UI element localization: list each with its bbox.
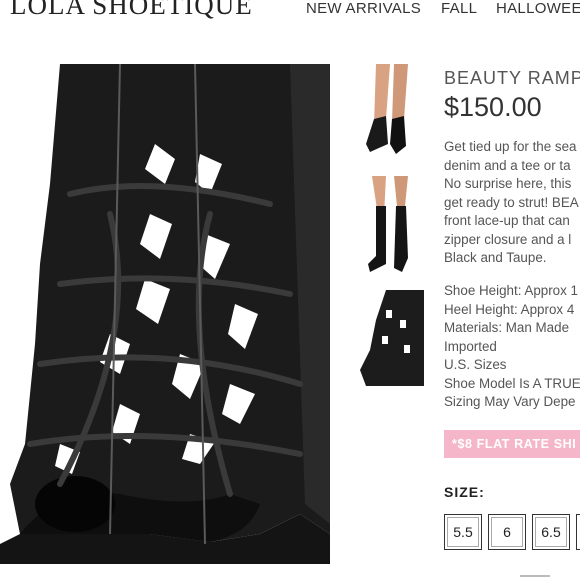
size-option-6[interactable]: 6 [488, 514, 526, 550]
spec-line: Heel Height: Approx 4 [444, 301, 575, 317]
description-line: denim and a tee or ta [444, 157, 571, 173]
description-line: get ready to strut! BEA [444, 194, 579, 210]
thumbnail-2[interactable] [356, 176, 424, 272]
bootie-closeup-icon [0, 64, 330, 564]
size-option-border [491, 517, 523, 547]
nav-halloween[interactable]: HALLOWEE [496, 0, 580, 17]
description-line: front lace-up that can [444, 213, 570, 228]
thumbnail-3[interactable] [356, 290, 424, 386]
spec-line: Materials: Man Made [444, 320, 570, 335]
product-specs: Shoe Height: Approx 1 Heel Height: Appro… [444, 282, 580, 412]
description-line: zipper closure and a l [444, 231, 572, 247]
size-option-6-5[interactable]: 6.5 [532, 514, 570, 550]
description-line: Black and Taupe. [444, 250, 547, 265]
product-price: $150.00 [444, 92, 542, 122]
size-option-border [535, 517, 567, 547]
divider [520, 575, 550, 577]
nav-new-arrivals[interactable]: NEW ARRIVALS [306, 0, 421, 17]
spec-line: Shoe Model Is A TRUE [444, 375, 580, 391]
store-logo[interactable]: LOLA SHOETIQUE [10, 0, 253, 21]
model-full-icon [356, 176, 424, 272]
product-description: Get tied up for the sea denim and a tee … [444, 138, 580, 268]
size-option-5-5[interactable]: 5.5 [444, 514, 482, 550]
product-title: BEAUTY RAMP [444, 68, 580, 88]
spec-line: Imported [444, 338, 497, 354]
size-label: SIZE: [444, 484, 485, 500]
thumbnail-1[interactable] [356, 64, 424, 160]
shipping-promo-banner[interactable]: *$8 FLAT RATE SHI [444, 430, 580, 458]
model-legs-icon [356, 64, 424, 160]
main-product-image[interactable] [0, 64, 330, 564]
spec-line: Shoe Height: Approx 1 [444, 283, 578, 298]
description-line: Get tied up for the sea [444, 139, 577, 154]
size-selector: 5.5 6 6.5 [444, 514, 580, 554]
description-line: No surprise here, this [444, 176, 572, 191]
nav-fall[interactable]: FALL [441, 0, 477, 17]
top-bar: LOLA SHOETIQUE NEW ARRIVALS FALL HALLOWE… [0, 0, 580, 26]
size-option-border [447, 517, 479, 547]
size-option-next[interactable] [576, 514, 580, 550]
spec-line: U.S. Sizes [444, 357, 507, 372]
bootie-side-icon [356, 290, 424, 386]
spec-line: Sizing May Vary Depe [444, 394, 576, 409]
